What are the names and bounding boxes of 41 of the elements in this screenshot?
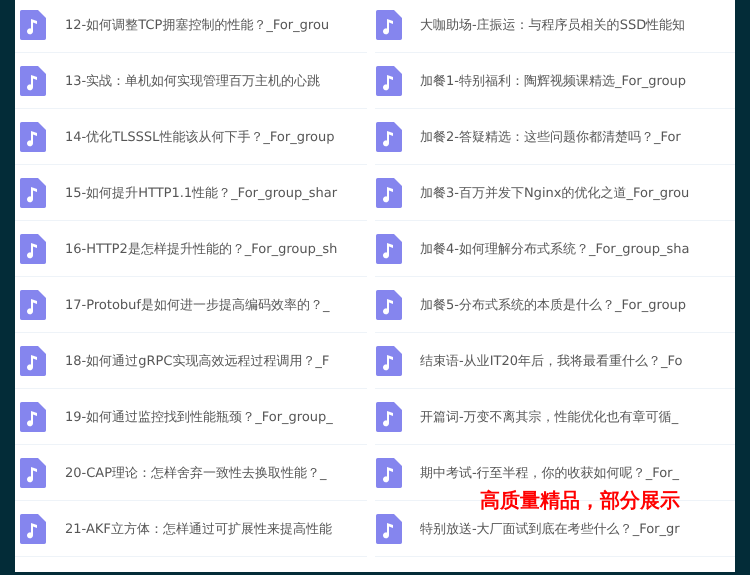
music-file-icon <box>376 514 402 544</box>
file-name[interactable]: 20-CAP理论：怎样舍弃一致性去换取性能？_ <box>65 464 327 482</box>
file-name[interactable]: 18-如何通过gRPC实现高效远程过程调用？_F <box>65 352 330 370</box>
file-name[interactable]: 21-AKF立方体：怎样通过可扩展性来提高性能 <box>65 520 332 538</box>
file-name[interactable]: 加餐1-特别福利：陶辉视频课精选_For_group <box>420 72 686 90</box>
music-file-icon <box>20 514 46 544</box>
music-file-icon <box>376 122 402 152</box>
music-file-icon <box>376 178 402 208</box>
music-file-icon <box>376 66 402 96</box>
file-name[interactable]: 13-实战：单机如何实现管理百万主机的心跳 <box>65 72 320 90</box>
music-file-icon <box>376 234 402 264</box>
music-file-icon <box>376 10 402 40</box>
file-name[interactable]: 16-HTTP2是怎样提升性能的？_For_group_sh <box>65 240 338 258</box>
file-name[interactable]: 加餐3-百万并发下Nginx的优化之道_For_grou <box>420 184 690 202</box>
music-file-icon <box>20 10 46 40</box>
file-name[interactable]: 开篇词-万变不离其宗，性能优化也有章可循_ <box>420 408 678 426</box>
file-name[interactable]: 14-优化TLSSSL性能该从何下手？_For_group <box>65 128 334 146</box>
music-file-icon <box>20 290 46 320</box>
file-name[interactable]: 加餐5-分布式系统的本质是什么？_For_group <box>420 296 686 314</box>
music-file-icon <box>376 346 402 376</box>
music-file-icon <box>20 122 46 152</box>
file-name[interactable]: 加餐4-如何理解分布式系统？_For_group_sha <box>420 240 690 258</box>
file-name[interactable]: 19-如何通过监控找到性能瓶颈？_For_group_ <box>65 408 333 426</box>
music-file-icon <box>376 458 402 488</box>
music-file-icon <box>376 402 402 432</box>
file-name[interactable]: 特别放送-大厂面试到底在考些什么？_For_gr <box>420 520 680 538</box>
file-name[interactable]: 期中考试-行至半程，你的收获如何呢？_For_ <box>420 464 680 482</box>
music-file-icon <box>376 290 402 320</box>
file-name[interactable]: 17-Protobuf是如何进一步提高编码效率的？_ <box>65 296 330 314</box>
file-name[interactable]: 加餐2-答疑精选：这些问题你都清楚吗？_For <box>420 128 681 146</box>
music-file-icon <box>20 66 46 96</box>
file-name[interactable]: 15-如何提升HTTP1.1性能？_For_group_shar <box>65 184 338 202</box>
file-name[interactable]: 12-如何调整TCP拥塞控制的性能？_For_grou <box>65 16 330 34</box>
music-file-icon <box>20 234 46 264</box>
music-file-icon <box>20 178 46 208</box>
file-name[interactable]: 结束语-从业IT20年后，我将最看重什么？_Fo <box>420 352 682 370</box>
music-file-icon <box>20 458 46 488</box>
music-file-icon <box>20 346 46 376</box>
promo-caption: 高质量精品，部分展示 <box>480 487 680 514</box>
file-name[interactable]: 大咖助场-庄振运：与程序员相关的SSD性能知 <box>420 16 686 34</box>
music-file-icon <box>20 402 46 432</box>
